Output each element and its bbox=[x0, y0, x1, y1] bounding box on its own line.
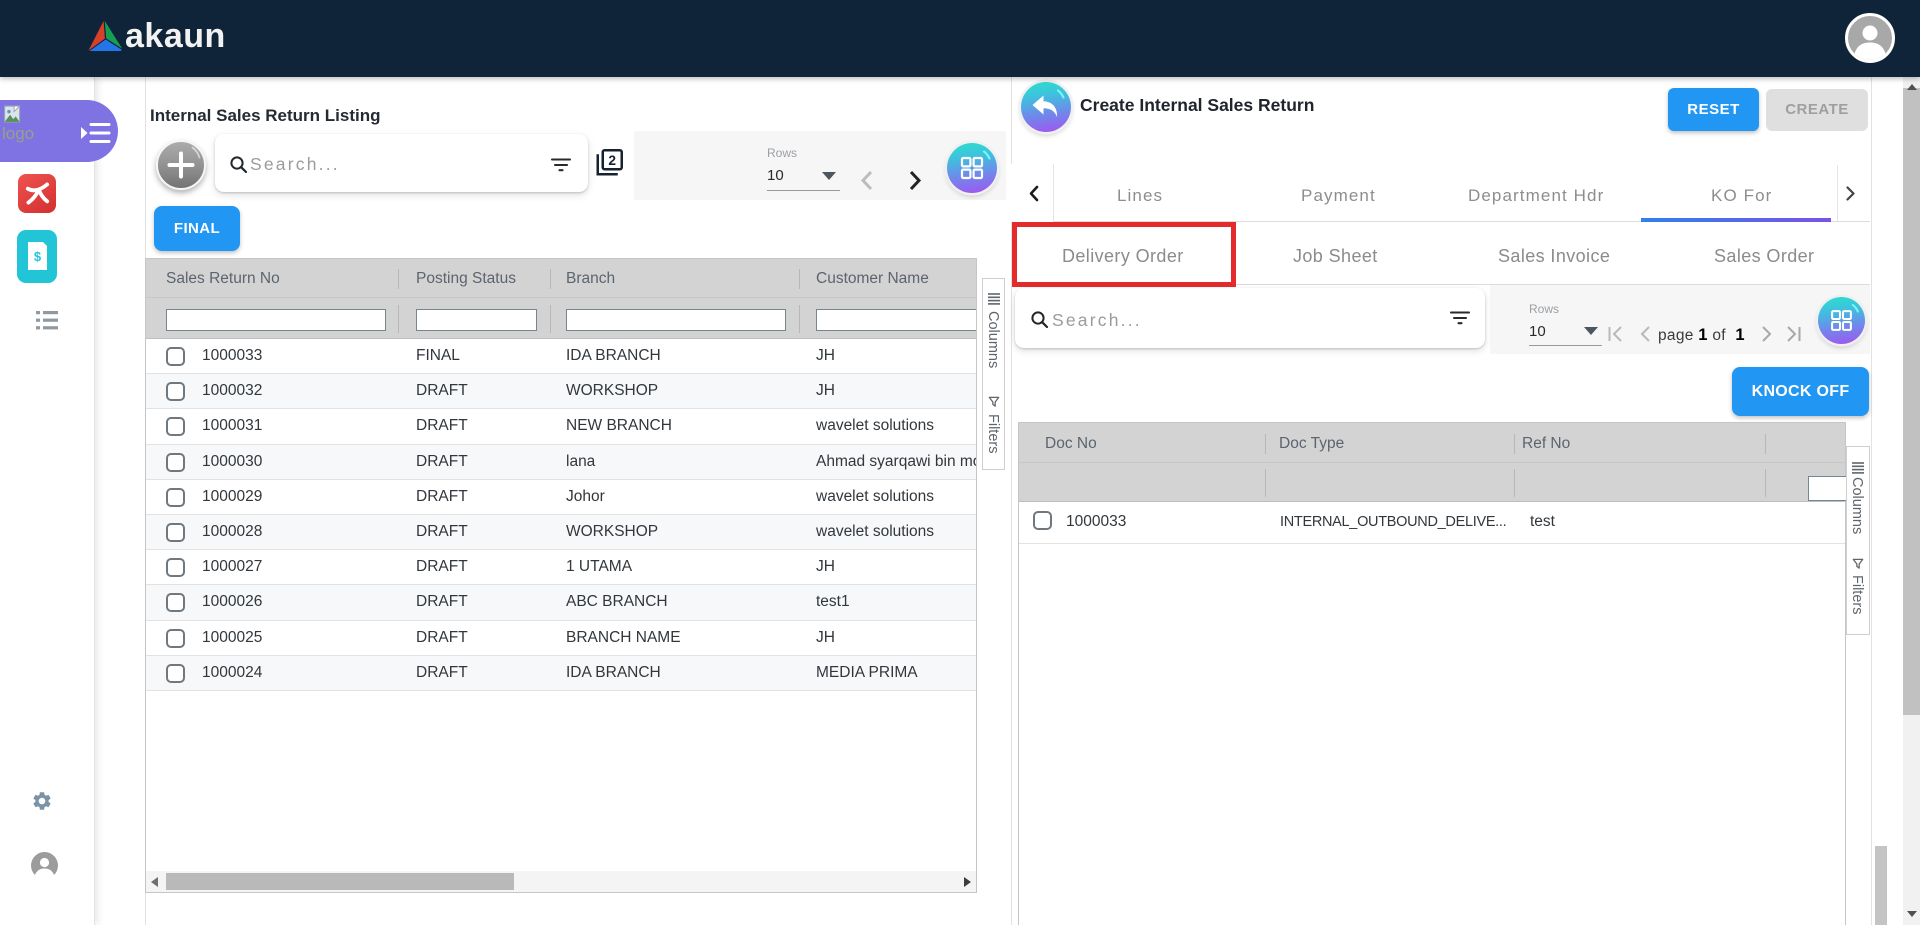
svg-text:2: 2 bbox=[608, 153, 616, 168]
svg-text:$: $ bbox=[34, 249, 42, 264]
